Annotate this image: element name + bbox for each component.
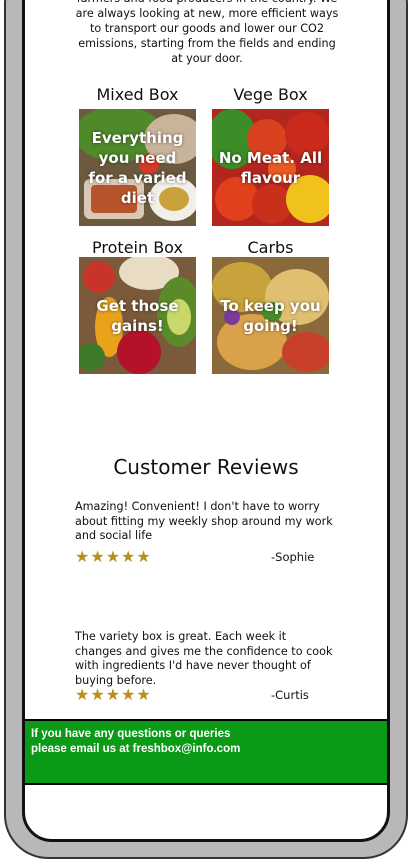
review-text-2: The variety box is great. Each week it c… bbox=[75, 630, 333, 687]
carbs-overlay: To keep you going! bbox=[220, 296, 321, 335]
vege-box-title: Vege Box bbox=[233, 85, 308, 104]
star-icon: ★ bbox=[105, 547, 121, 566]
footer-contact-text: If you have any questions or queries ple… bbox=[31, 728, 241, 755]
protein-box-title: Protein Box bbox=[92, 238, 183, 257]
review-rating-1: ★ ★ ★ ★ ★ bbox=[75, 549, 151, 565]
star-icon: ★ bbox=[136, 685, 151, 704]
intro-paragraph: the world so we only use sustainable, et… bbox=[75, 0, 339, 65]
review-author-2: -Curtis bbox=[271, 688, 309, 702]
star-icon: ★ bbox=[75, 547, 90, 566]
mixed-box-tile[interactable]: Everything you need for a varied diet bbox=[79, 109, 196, 226]
star-icon: ★ bbox=[121, 547, 136, 566]
review-author-1: -Sophie bbox=[271, 550, 315, 564]
footer: If you have any questions or queries ple… bbox=[25, 719, 387, 785]
phone-screen: the world so we only use sustainable, et… bbox=[22, 0, 390, 842]
page-content: the world so we only use sustainable, et… bbox=[25, 0, 387, 839]
phone-frame: the world so we only use sustainable, et… bbox=[0, 0, 412, 863]
reviews-heading: Customer Reviews bbox=[113, 455, 299, 479]
star-icon: ★ bbox=[75, 685, 90, 704]
protein-box-tile[interactable]: Get those gains! bbox=[79, 257, 196, 374]
vege-box-tile[interactable]: No Meat. All flavour bbox=[212, 109, 329, 226]
review-rating-2: ★ ★ ★ ★ ★ bbox=[75, 687, 151, 703]
mixed-box-overlay: Everything you need for a varied diet bbox=[88, 128, 187, 207]
star-icon: ★ bbox=[90, 685, 105, 704]
carbs-title: Carbs bbox=[247, 238, 294, 257]
star-icon: ★ bbox=[121, 685, 136, 704]
protein-box-overlay: Get those gains! bbox=[96, 296, 179, 335]
star-icon: ★ bbox=[105, 685, 121, 704]
carbs-tile[interactable]: To keep you going! bbox=[212, 257, 329, 374]
review-text-1: Amazing! Convenient! I don't have to wor… bbox=[75, 500, 333, 542]
star-icon: ★ bbox=[90, 547, 105, 566]
star-icon: ★ bbox=[136, 547, 151, 566]
vege-box-overlay: No Meat. All flavour bbox=[218, 148, 323, 187]
mixed-box-title: Mixed Box bbox=[96, 85, 179, 104]
